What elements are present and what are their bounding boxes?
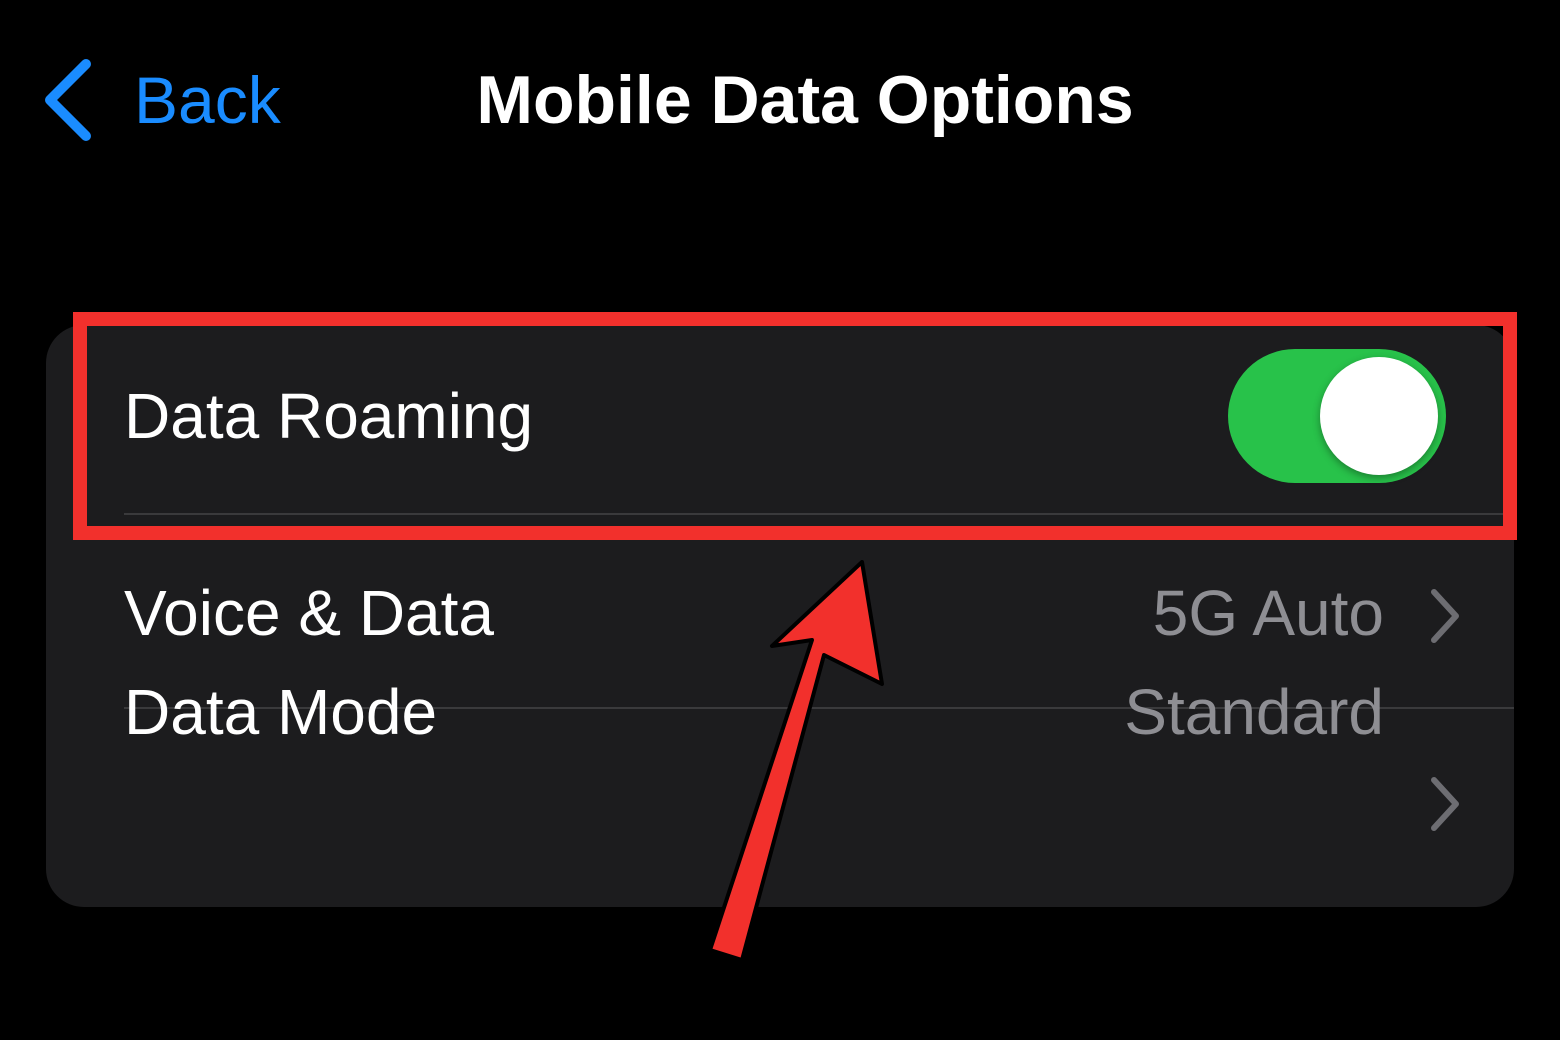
data-roaming-label: Data Roaming [124,380,534,452]
data-mode-label: Data Mode [124,676,438,748]
data-mode-row[interactable]: Data Mode Standard [46,676,1514,907]
data-roaming-row: Data Roaming [46,325,1514,519]
toggle-knob [1320,357,1438,475]
chevron-right-icon [1431,589,1459,643]
row-separator [124,513,1514,515]
data-mode-value: Standard [1124,676,1384,748]
data-roaming-toggle[interactable] [1228,349,1446,483]
page-title: Mobile Data Options [476,62,1134,138]
chevron-right-icon [1431,777,1459,831]
mobile-data-settings-group: Data Roaming Voice & Data 5G Auto Data M… [46,325,1514,907]
settings-screen: Back Mobile Data Options Data Roaming Vo… [0,0,1560,1040]
